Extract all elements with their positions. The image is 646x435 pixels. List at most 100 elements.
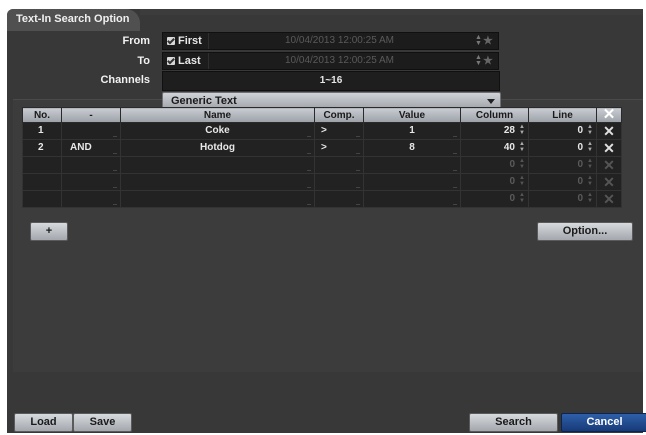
cell-value: _ [363,173,461,191]
spinner-icon: ▲ ▼ [587,175,593,187]
spinner-icon: ▲ ▼ [519,141,525,153]
add-condition-button[interactable]: + [30,222,68,241]
last-checkbox-label: Last [178,55,201,67]
spinner-icon: ▲ ▼ [519,124,525,136]
chevron-down-icon [487,99,495,104]
cell-comp[interactable]: > _ [314,139,364,157]
cell-line: 0 ▲ ▼ [528,190,597,208]
x-icon[interactable]: ✕ [597,140,621,157]
table-row[interactable]: 1 _ Coke _ > _ 1 _ 28 ▲ ▼ 0 ▲ ▼ ✕ [22,122,622,140]
spinner-icon: ▲ ▼ [587,124,593,136]
header-operator: - [61,107,121,123]
header-column: Column [460,107,529,123]
x-icon: ✕ [603,174,615,190]
row-delete[interactable]: ✕ [596,122,622,140]
from-spinner-icon[interactable]: ▲ ▼ [475,34,482,47]
field-divider [208,33,209,49]
table-row: _ _ _ _ 0 ▲ ▼ 0 ▲ ▼ ✕ [22,190,622,208]
table-header-row: No. - Name Comp. Value Column Line ✕ [22,106,622,123]
cell-line: 0 ▲ ▼ [528,173,597,191]
cell-column: 0 ▲ ▼ [460,156,529,174]
row-delete: ✕ [596,173,622,191]
first-checkbox-label: First [178,35,202,47]
header-value: Value [363,107,461,123]
option-button[interactable]: Option... [537,222,633,241]
spinner-icon: ▲ ▼ [519,175,525,187]
from-datetime: 10/04/2013 12:00:25 AM [285,35,394,46]
cell-no [22,156,62,174]
header-no: No. [22,107,62,123]
to-spinner-icon[interactable]: ▲ ▼ [475,54,482,67]
text-in-search-window: Text-In Search Option From First 10/04/2… [7,9,643,433]
cell-comp: _ [314,173,364,191]
title-strip [140,9,643,15]
cell-no: 1 [22,122,62,140]
cell-line[interactable]: 0 ▲ ▼ [528,122,597,140]
first-checkbox[interactable] [167,37,175,45]
spinner-icon: ▲ ▼ [587,141,593,153]
table-row: _ _ _ _ 0 ▲ ▼ 0 ▲ ▼ ✕ [22,173,622,191]
cell-value: _ [363,190,461,208]
from-field: First 10/04/2013 12:00:25 AM ▲ ▼ ★ [162,32,499,50]
cell-operator: _ [61,173,121,191]
spinner-icon: ▲ ▼ [519,158,525,170]
cell-line[interactable]: 0 ▲ ▼ [528,139,597,157]
field-corner-marker: .. [329,75,333,82]
last-checkbox[interactable] [167,57,175,65]
x-icon: ✕ [603,191,615,207]
to-star-icon[interactable]: ★ [483,54,493,67]
cell-operator[interactable]: AND _ [61,139,121,157]
cell-column[interactable]: 40 ▲ ▼ [460,139,529,157]
cell-name[interactable]: Coke _ [120,122,315,140]
row-delete[interactable]: ✕ [596,139,622,157]
x-icon: ✕ [603,157,615,173]
cell-name: _ [120,173,315,191]
header-comp: Comp. [314,107,364,123]
window-title: Text-In Search Option [16,13,130,25]
spinner-icon: ▲ ▼ [519,192,525,204]
cell-column[interactable]: 28 ▲ ▼ [460,122,529,140]
cancel-button[interactable]: Cancel [561,413,646,432]
table-row: _ _ _ _ 0 ▲ ▼ 0 ▲ ▼ ✕ [22,156,622,174]
from-star-icon[interactable]: ★ [483,34,493,47]
search-button[interactable]: Search [469,413,558,432]
cell-value[interactable]: 8 _ [363,139,461,157]
cell-column: 0 ▲ ▼ [460,173,529,191]
conditions-table: No. - Name Comp. Value Column Line ✕ 1 _… [22,107,622,208]
header-delete-all[interactable]: ✕ [596,106,622,123]
row-delete: ✕ [596,156,622,174]
cell-name[interactable]: Hotdog _ [120,139,315,157]
cell-line: 0 ▲ ▼ [528,156,597,174]
to-datetime: 10/04/2013 12:00:25 AM [285,55,394,66]
table-row[interactable]: 2 AND _ Hotdog _ > _ 8 _ 40 ▲ ▼ 0 ▲ ▼ ✕ [22,139,622,157]
cell-operator: _ [61,190,121,208]
text-type-value: Generic Text [171,95,237,107]
cell-value[interactable]: 1 _ [363,122,461,140]
load-button[interactable]: Load [14,413,73,432]
cell-value: _ [363,156,461,174]
to-label: To [137,55,150,67]
cell-no [22,173,62,191]
row-delete: ✕ [596,190,622,208]
header-name: Name [120,107,315,123]
channels-label: Channels [100,74,150,86]
save-button[interactable]: Save [73,413,132,432]
cell-comp: _ [314,190,364,208]
cell-operator: _ [61,156,121,174]
spinner-icon: ▲ ▼ [587,158,593,170]
window-title-tab: Text-In Search Option [7,9,140,31]
cell-no [22,190,62,208]
to-field: Last 10/04/2013 12:00:25 AM ▲ ▼ ★ [162,52,499,70]
cell-comp: _ [314,156,364,174]
header-line: Line [528,107,597,123]
x-icon[interactable]: ✕ [597,123,621,140]
cell-name: _ [120,156,315,174]
cell-column: 0 ▲ ▼ [460,190,529,208]
x-icon[interactable]: ✕ [603,106,616,123]
cell-comp[interactable]: > _ [314,122,364,140]
cell-no: 2 [22,139,62,157]
field-divider [208,53,209,69]
cell-name: _ [120,190,315,208]
channels-field[interactable]: 1~16 .. [162,71,500,91]
cell-operator[interactable]: _ [61,122,121,140]
